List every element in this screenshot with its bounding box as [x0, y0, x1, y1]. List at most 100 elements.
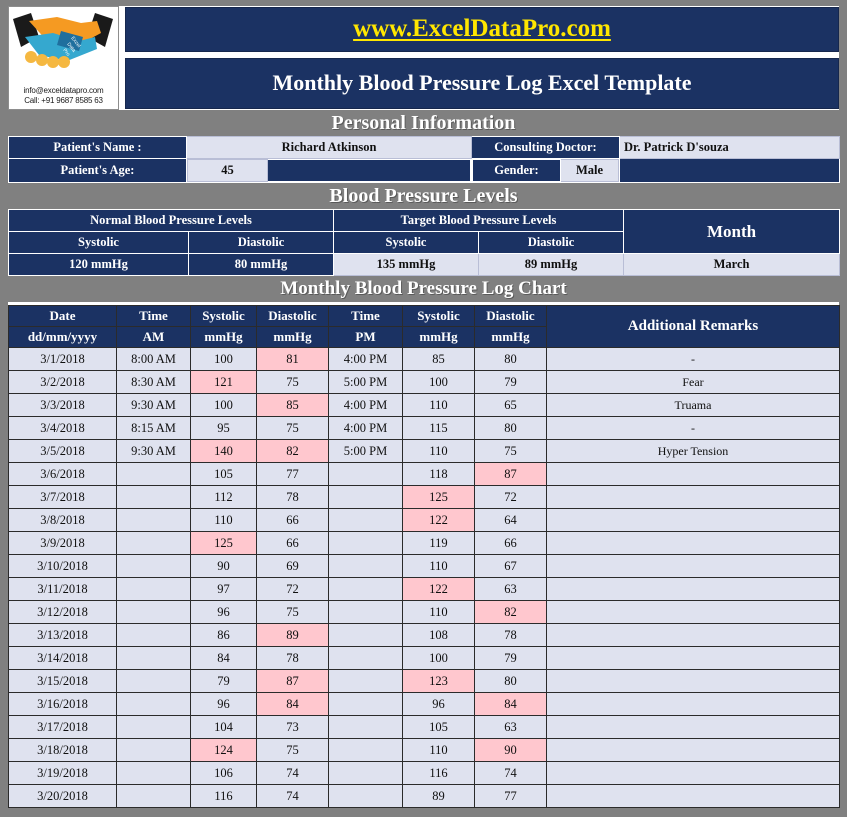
cell-am-systolic[interactable]: 96	[190, 600, 257, 624]
cell-pm-systolic[interactable]: 110	[402, 738, 475, 762]
cell-pm-diastolic[interactable]: 67	[474, 554, 547, 578]
cell-pm-time[interactable]	[328, 715, 403, 739]
cell-am-time[interactable]: 8:30 AM	[116, 370, 191, 394]
cell-am-systolic[interactable]: 116	[190, 784, 257, 808]
value-target-systolic[interactable]: 135 mmHg	[333, 253, 479, 276]
cell-pm-systolic[interactable]: 110	[402, 393, 475, 417]
cell-pm-systolic[interactable]: 110	[402, 554, 475, 578]
cell-am-time[interactable]	[116, 531, 191, 555]
cell-remarks[interactable]	[546, 715, 840, 739]
cell-remarks[interactable]	[546, 761, 840, 785]
cell-remarks[interactable]	[546, 531, 840, 555]
value-month[interactable]: March	[623, 253, 841, 276]
cell-am-diastolic[interactable]: 75	[256, 738, 329, 762]
cell-pm-time[interactable]	[328, 485, 403, 509]
cell-am-systolic[interactable]: 100	[190, 347, 257, 371]
cell-date[interactable]: 3/6/2018	[8, 462, 117, 486]
cell-pm-diastolic[interactable]: 80	[474, 416, 547, 440]
cell-pm-time[interactable]	[328, 600, 403, 624]
cell-am-time[interactable]	[116, 623, 191, 647]
cell-date[interactable]: 3/14/2018	[8, 646, 117, 670]
cell-am-diastolic[interactable]: 73	[256, 715, 329, 739]
cell-remarks[interactable]	[546, 784, 840, 808]
cell-pm-time[interactable]	[328, 531, 403, 555]
cell-date[interactable]: 3/16/2018	[8, 692, 117, 716]
cell-pm-diastolic[interactable]: 72	[474, 485, 547, 509]
cell-remarks[interactable]	[546, 623, 840, 647]
cell-remarks[interactable]: -	[546, 416, 840, 440]
cell-am-diastolic[interactable]: 87	[256, 669, 329, 693]
cell-date[interactable]: 3/9/2018	[8, 531, 117, 555]
cell-am-diastolic[interactable]: 75	[256, 370, 329, 394]
cell-pm-diastolic[interactable]: 65	[474, 393, 547, 417]
cell-am-systolic[interactable]: 90	[190, 554, 257, 578]
cell-pm-diastolic[interactable]: 90	[474, 738, 547, 762]
cell-am-systolic[interactable]: 105	[190, 462, 257, 486]
cell-pm-systolic[interactable]: 116	[402, 761, 475, 785]
cell-date[interactable]: 3/12/2018	[8, 600, 117, 624]
cell-remarks[interactable]	[546, 508, 840, 532]
cell-date[interactable]: 3/18/2018	[8, 738, 117, 762]
cell-pm-diastolic[interactable]: 78	[474, 623, 547, 647]
cell-am-systolic[interactable]: 121	[190, 370, 257, 394]
cell-pm-systolic[interactable]: 122	[402, 508, 475, 532]
cell-remarks[interactable]	[546, 669, 840, 693]
cell-date[interactable]: 3/3/2018	[8, 393, 117, 417]
cell-date[interactable]: 3/5/2018	[8, 439, 117, 463]
cell-pm-systolic[interactable]: 125	[402, 485, 475, 509]
cell-pm-systolic[interactable]: 96	[402, 692, 475, 716]
cell-remarks[interactable]	[546, 485, 840, 509]
cell-remarks[interactable]: Fear	[546, 370, 840, 394]
value-patient-name[interactable]: Richard Atkinson	[186, 136, 472, 159]
website-banner[interactable]: www.ExcelDataPro.com	[125, 6, 839, 52]
cell-am-diastolic[interactable]: 78	[256, 646, 329, 670]
cell-pm-diastolic[interactable]: 64	[474, 508, 547, 532]
cell-am-time[interactable]: 9:30 AM	[116, 439, 191, 463]
cell-am-diastolic[interactable]: 85	[256, 393, 329, 417]
cell-pm-time[interactable]	[328, 738, 403, 762]
cell-remarks[interactable]: Truama	[546, 393, 840, 417]
cell-remarks[interactable]	[546, 738, 840, 762]
cell-pm-systolic[interactable]: 118	[402, 462, 475, 486]
cell-am-time[interactable]	[116, 669, 191, 693]
cell-remarks[interactable]	[546, 577, 840, 601]
cell-am-diastolic[interactable]: 74	[256, 784, 329, 808]
value-gender[interactable]: Male	[560, 159, 619, 182]
cell-pm-time[interactable]: 4:00 PM	[328, 393, 403, 417]
cell-am-diastolic[interactable]: 77	[256, 462, 329, 486]
cell-pm-diastolic[interactable]: 80	[474, 669, 547, 693]
cell-am-time[interactable]	[116, 485, 191, 509]
cell-pm-time[interactable]	[328, 646, 403, 670]
cell-date[interactable]: 3/1/2018	[8, 347, 117, 371]
cell-pm-diastolic[interactable]: 82	[474, 600, 547, 624]
cell-am-diastolic[interactable]: 66	[256, 531, 329, 555]
cell-date[interactable]: 3/20/2018	[8, 784, 117, 808]
cell-pm-diastolic[interactable]: 84	[474, 692, 547, 716]
cell-pm-time[interactable]	[328, 669, 403, 693]
cell-am-systolic[interactable]: 124	[190, 738, 257, 762]
cell-date[interactable]: 3/19/2018	[8, 761, 117, 785]
cell-pm-time[interactable]	[328, 784, 403, 808]
cell-am-systolic[interactable]: 84	[190, 646, 257, 670]
cell-pm-systolic[interactable]: 100	[402, 646, 475, 670]
cell-am-diastolic[interactable]: 69	[256, 554, 329, 578]
cell-pm-time[interactable]: 4:00 PM	[328, 347, 403, 371]
cell-remarks[interactable]	[546, 646, 840, 670]
cell-pm-diastolic[interactable]: 63	[474, 715, 547, 739]
cell-pm-systolic[interactable]: 115	[402, 416, 475, 440]
cell-am-time[interactable]	[116, 715, 191, 739]
cell-pm-diastolic[interactable]: 74	[474, 761, 547, 785]
cell-pm-diastolic[interactable]: 80	[474, 347, 547, 371]
cell-am-systolic[interactable]: 97	[190, 577, 257, 601]
cell-pm-systolic[interactable]: 89	[402, 784, 475, 808]
cell-am-diastolic[interactable]: 84	[256, 692, 329, 716]
cell-am-time[interactable]	[116, 761, 191, 785]
cell-remarks[interactable]	[546, 600, 840, 624]
cell-am-diastolic[interactable]: 81	[256, 347, 329, 371]
cell-am-time[interactable]	[116, 508, 191, 532]
cell-am-systolic[interactable]: 95	[190, 416, 257, 440]
cell-pm-systolic[interactable]: 85	[402, 347, 475, 371]
cell-pm-systolic[interactable]: 100	[402, 370, 475, 394]
cell-date[interactable]: 3/4/2018	[8, 416, 117, 440]
cell-am-time[interactable]	[116, 554, 191, 578]
